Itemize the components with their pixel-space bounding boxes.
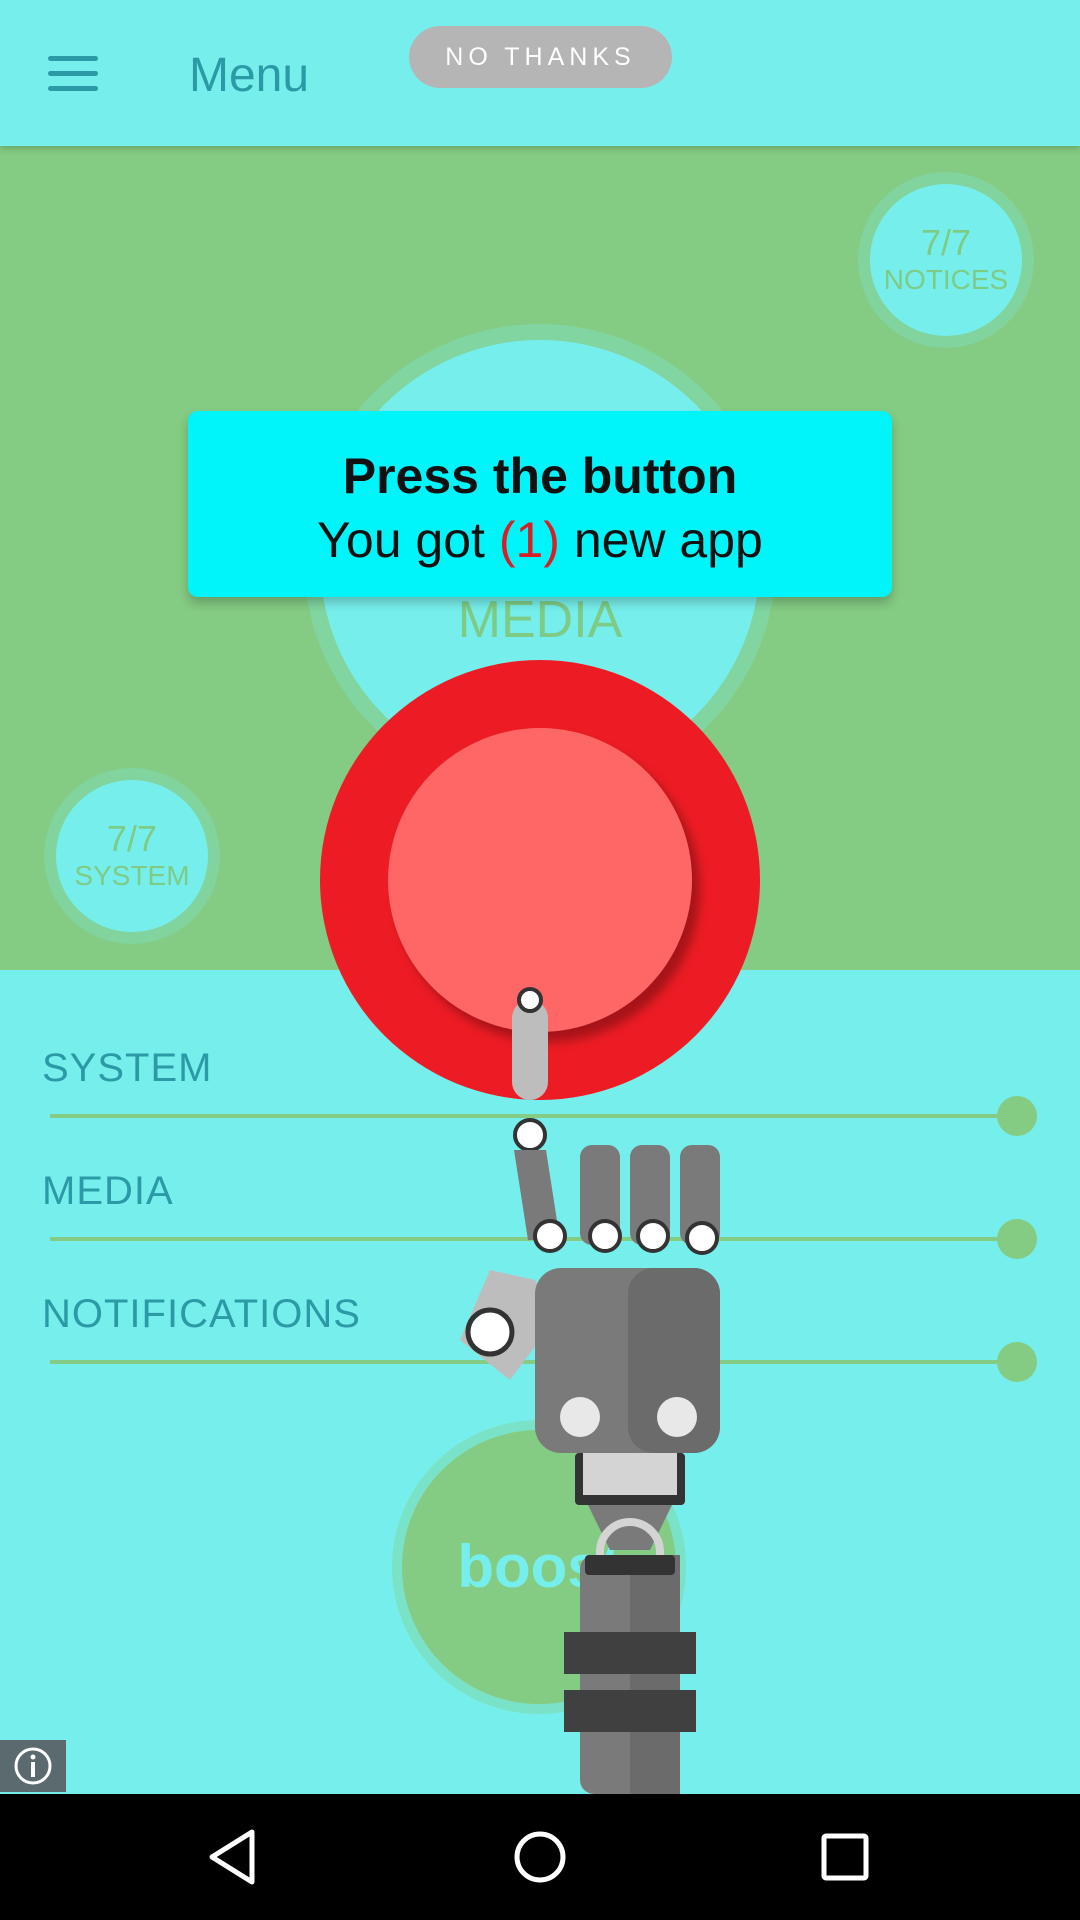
robot-index-finger-tip — [512, 1000, 548, 1100]
popup-subtitle-prefix: You got — [317, 512, 499, 568]
notifications-slider-label: NOTIFICATIONS — [42, 1292, 361, 1336]
notices-stat-circle[interactable]: 7/7 NOTICES — [870, 184, 1022, 336]
system-stat-label: SYSTEM — [74, 860, 190, 891]
home-circle-icon[interactable] — [505, 1822, 575, 1892]
system-stat-value: 7/7 — [106, 818, 158, 859]
popup-new-app-count: (1) — [498, 512, 560, 568]
notices-stat-label: NOTICES — [883, 264, 1009, 295]
media-slider-label: MEDIA — [42, 1169, 174, 1213]
media-stat-label: MEDIA — [457, 591, 623, 649]
back-triangle-icon[interactable] — [200, 1822, 270, 1892]
robot-hand-illustration — [460, 987, 720, 1794]
notifications-slider-thumb[interactable] — [997, 1342, 1037, 1382]
menu-title[interactable]: Menu — [189, 48, 309, 103]
no-thanks-button[interactable]: NO THANKS — [409, 26, 672, 88]
info-icon[interactable] — [0, 1740, 66, 1792]
popup-subtitle-suffix: new app — [559, 512, 763, 568]
app-header: Menu NO THANKS — [0, 0, 1080, 146]
press-button-popup[interactable]: Press the button You got (1) new app — [188, 411, 892, 597]
media-slider-thumb[interactable] — [997, 1219, 1037, 1259]
system-slider-label: SYSTEM — [42, 1046, 213, 1090]
system-navigation-bar — [0, 1794, 1080, 1920]
recents-square-icon[interactable] — [810, 1822, 880, 1892]
system-slider-thumb[interactable] — [997, 1096, 1037, 1136]
popup-title: Press the button — [342, 448, 738, 504]
hamburger-icon[interactable] — [46, 54, 100, 94]
notices-stat-value: 7/7 — [920, 222, 972, 263]
popup-subtitle: You got (1) new app — [188, 511, 892, 569]
system-stat-circle[interactable]: 7/7 SYSTEM — [56, 780, 208, 932]
